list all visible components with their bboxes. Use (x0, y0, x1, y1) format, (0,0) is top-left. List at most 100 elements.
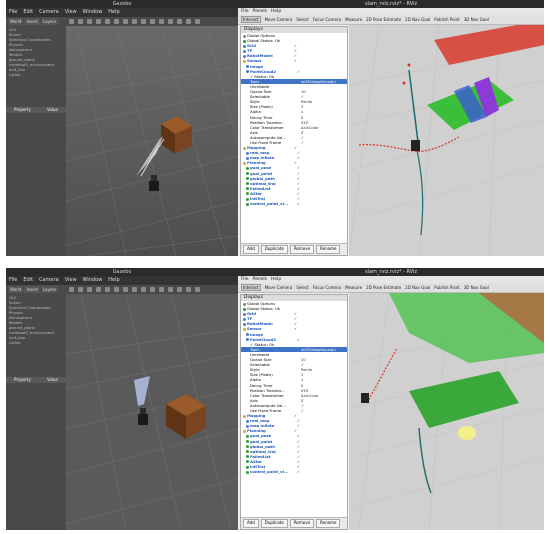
tab-layers[interactable]: Layers (40, 286, 59, 293)
rviz-menu-help[interactable]: Help (271, 8, 281, 15)
screenshot-icon[interactable] (195, 287, 200, 292)
rename-button[interactable]: Rename (316, 245, 341, 254)
rviz-menu-help[interactable]: Help (271, 276, 281, 283)
rotate-icon[interactable] (87, 19, 92, 24)
rviz-3d-view[interactable] (349, 293, 544, 530)
tool-2d-nav-goal[interactable]: 2D Nav Goal (405, 17, 430, 22)
copy-icon[interactable] (159, 19, 164, 24)
box-shape-icon[interactable] (123, 19, 128, 24)
tab-world[interactable]: World (8, 18, 24, 25)
sphere-shape-icon[interactable] (132, 19, 137, 24)
green-icon (246, 172, 249, 176)
add-button[interactable]: Add (243, 519, 259, 528)
gazebo-menubar: File Edit Camera View Window Help (6, 276, 238, 285)
green-icon (246, 450, 249, 454)
robot-model[interactable] (149, 181, 159, 191)
display-row-value[interactable]: ✓ (297, 469, 347, 474)
light-icon[interactable] (150, 287, 155, 292)
rviz-title: slam_rviz.rviz* - RViz (238, 0, 544, 8)
box-shape-icon[interactable] (123, 287, 128, 292)
rviz-menu-file[interactable]: File (241, 8, 249, 15)
gazebo-menu-camera[interactable]: Camera (39, 8, 59, 17)
gazebo-menu-help[interactable]: Help (108, 8, 119, 17)
redo-icon[interactable] (114, 287, 119, 292)
screenshot-icon[interactable] (195, 19, 200, 24)
gazebo-menu-edit[interactable]: Edit (23, 8, 33, 17)
gazebo-menu-view[interactable]: View (65, 8, 77, 17)
remove-button[interactable]: Remove (289, 245, 315, 254)
green-icon (246, 465, 249, 469)
paste-icon[interactable] (168, 287, 173, 292)
sphere-shape-icon[interactable] (132, 287, 137, 292)
tool-move-camera[interactable]: Move Camera (265, 285, 293, 290)
gazebo-menu-camera[interactable]: Camera (39, 276, 59, 285)
gazebo-menu-window[interactable]: Window (83, 8, 103, 17)
tool-2d-pose-estimate[interactable]: 2D Pose Estimate (366, 17, 401, 22)
cylinder-shape-icon[interactable] (141, 287, 146, 292)
tab-insert[interactable]: Insert (24, 286, 40, 293)
rename-button[interactable]: Rename (316, 519, 341, 528)
paste-icon[interactable] (168, 19, 173, 24)
undo-icon[interactable] (105, 287, 110, 292)
tree-item[interactable]: Lights (9, 340, 63, 345)
tab-world[interactable]: World (8, 286, 24, 293)
rotate-icon[interactable] (87, 287, 92, 292)
gazebo-menu-file[interactable]: File (9, 8, 17, 17)
tool-interact[interactable]: Interact (241, 284, 261, 291)
tool-focus-camera[interactable]: Focus Camera (313, 17, 341, 22)
align-icon[interactable] (177, 19, 182, 24)
tool-measure[interactable]: Measure (345, 285, 362, 290)
select-arrow-icon[interactable] (69, 287, 74, 292)
tab-layers[interactable]: Layers (40, 18, 59, 25)
display-row[interactable]: control_point_vi... ✓ (241, 469, 347, 474)
align-icon[interactable] (177, 287, 182, 292)
add-button[interactable]: Add (243, 245, 259, 254)
duplicate-button[interactable]: Duplicate (260, 245, 288, 254)
copy-icon[interactable] (159, 287, 164, 292)
gazebo-menu-file[interactable]: File (9, 276, 17, 285)
translate-icon[interactable] (78, 19, 83, 24)
rviz-menu-panels[interactable]: Panels (253, 8, 267, 15)
tool-publish-point[interactable]: Publish Point (434, 17, 459, 22)
tool-publish-point[interactable]: Publish Point (434, 285, 459, 290)
gazebo-menu-window[interactable]: Window (83, 276, 103, 285)
remove-button[interactable]: Remove (289, 519, 315, 528)
tool-2d-pose-estimate[interactable]: 2D Pose Estimate (366, 285, 401, 290)
duplicate-button[interactable]: Duplicate (260, 519, 288, 528)
rviz-menu-file[interactable]: File (241, 276, 249, 283)
gazebo-menu-view[interactable]: View (65, 276, 77, 285)
gazebo-3d-viewport[interactable] (66, 294, 238, 530)
cylinder-shape-icon[interactable] (141, 19, 146, 24)
robot-model[interactable] (138, 414, 148, 425)
rviz-3d-view[interactable] (349, 25, 544, 256)
gazebo-menu-edit[interactable]: Edit (23, 276, 33, 285)
tool-2d-nav-goal[interactable]: 2D Nav Goal (405, 285, 430, 290)
snap-icon[interactable] (186, 19, 191, 24)
display-row[interactable]: control_point_vi... ✓ (241, 201, 347, 206)
select-arrow-icon[interactable] (69, 19, 74, 24)
green-icon (246, 202, 249, 206)
gazebo-menu-help[interactable]: Help (108, 276, 119, 285)
display-row-value[interactable]: ✓ (297, 201, 347, 206)
gazebo-3d-viewport[interactable] (66, 26, 238, 256)
scale-icon[interactable] (96, 287, 101, 292)
tree-item[interactable]: Lights (9, 72, 63, 77)
rviz-menu-panels[interactable]: Panels (253, 276, 267, 283)
scale-icon[interactable] (96, 19, 101, 24)
tool-interact[interactable]: Interact (241, 16, 261, 23)
tool-focus-camera[interactable]: Focus Camera (313, 285, 341, 290)
tool-move-camera[interactable]: Move Camera (265, 17, 293, 22)
redo-icon[interactable] (114, 19, 119, 24)
translate-icon[interactable] (78, 287, 83, 292)
undo-icon[interactable] (105, 19, 110, 24)
tool-3d-nav-goal[interactable]: 3D Nav Goal (464, 17, 489, 22)
tool-select[interactable]: Select (296, 285, 308, 290)
green-icon (246, 455, 249, 459)
light-icon[interactable] (150, 19, 155, 24)
tab-insert[interactable]: Insert (24, 18, 40, 25)
tool-measure[interactable]: Measure (345, 17, 362, 22)
tool-3d-nav-goal[interactable]: 3D Nav Goal (464, 285, 489, 290)
snap-icon[interactable] (186, 287, 191, 292)
tool-select[interactable]: Select (296, 17, 308, 22)
green-icon (246, 187, 249, 191)
